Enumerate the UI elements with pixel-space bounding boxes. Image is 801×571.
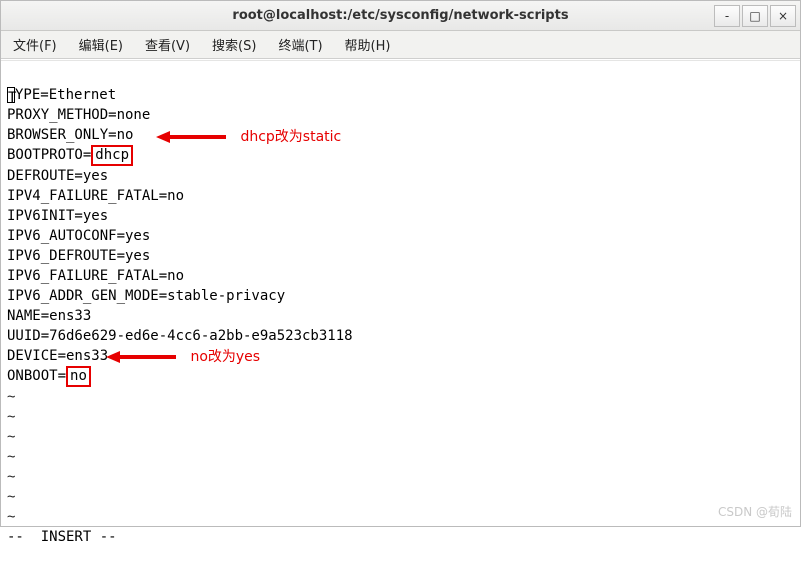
text-line: DEVICE=ens33 [7, 348, 108, 364]
text-line: UUID=76d6e629-ed6e-4cc6-a2bb-e9a523cb311… [7, 328, 353, 344]
vim-tilde: ~ [7, 489, 15, 505]
highlight-box-dhcp: dhcp [91, 145, 133, 166]
vim-tilde: ~ [7, 449, 15, 465]
editor-content: TYPE=Ethernet PROXY_METHOD=none BROWSER_… [1, 61, 800, 571]
menubar: 文件(F) 编辑(E) 查看(V) 搜索(S) 终端(T) 帮助(H) [1, 31, 800, 59]
vim-cursor: T [7, 87, 15, 103]
titlebar: root@localhost:/etc/sysconfig/network-sc… [1, 1, 800, 31]
vim-tilde: ~ [7, 469, 15, 485]
terminal-editor[interactable]: TYPE=Ethernet PROXY_METHOD=none BROWSER_… [1, 60, 800, 526]
text-line: IPV6_ADDR_GEN_MODE=stable-privacy [7, 288, 285, 304]
menu-search[interactable]: 搜索(S) [206, 32, 262, 57]
text-line: IPV6INIT=yes [7, 208, 108, 224]
menu-help[interactable]: 帮助(H) [339, 32, 397, 57]
text-line: ONBOOT= [7, 368, 66, 384]
text-line: IPV6_FAILURE_FATAL=no [7, 268, 184, 284]
minimize-button[interactable]: - [714, 5, 740, 27]
text-line: IPV6_DEFROUTE=yes [7, 248, 150, 264]
text-line: IPV6_AUTOCONF=yes [7, 228, 150, 244]
maximize-button[interactable]: □ [742, 5, 768, 27]
menu-file[interactable]: 文件(F) [7, 32, 63, 57]
highlight-box-no: no [66, 366, 91, 387]
text-line: NAME=ens33 [7, 308, 91, 324]
menu-edit[interactable]: 编辑(E) [73, 32, 129, 57]
window-controls: - □ × [714, 1, 796, 30]
close-button[interactable]: × [770, 5, 796, 27]
text-line: YPE=Ethernet [15, 87, 116, 103]
watermark: CSDN @荀陆 [718, 503, 792, 520]
vim-tilde: ~ [7, 509, 15, 525]
vim-mode-status: -- INSERT -- [7, 529, 117, 545]
vim-tilde: ~ [7, 389, 15, 405]
window-title: root@localhost:/etc/sysconfig/network-sc… [1, 8, 800, 23]
vim-tilde: ~ [7, 409, 15, 425]
text-line: PROXY_METHOD=none [7, 107, 150, 123]
menu-terminal[interactable]: 终端(T) [272, 32, 328, 57]
menu-view[interactable]: 查看(V) [139, 32, 196, 57]
vim-tilde: ~ [7, 429, 15, 445]
text-line: BROWSER_ONLY=no [7, 127, 133, 143]
text-line: DEFROUTE=yes [7, 168, 108, 184]
text-line: BOOTPROTO= [7, 147, 91, 163]
text-line: IPV4_FAILURE_FATAL=no [7, 188, 184, 204]
